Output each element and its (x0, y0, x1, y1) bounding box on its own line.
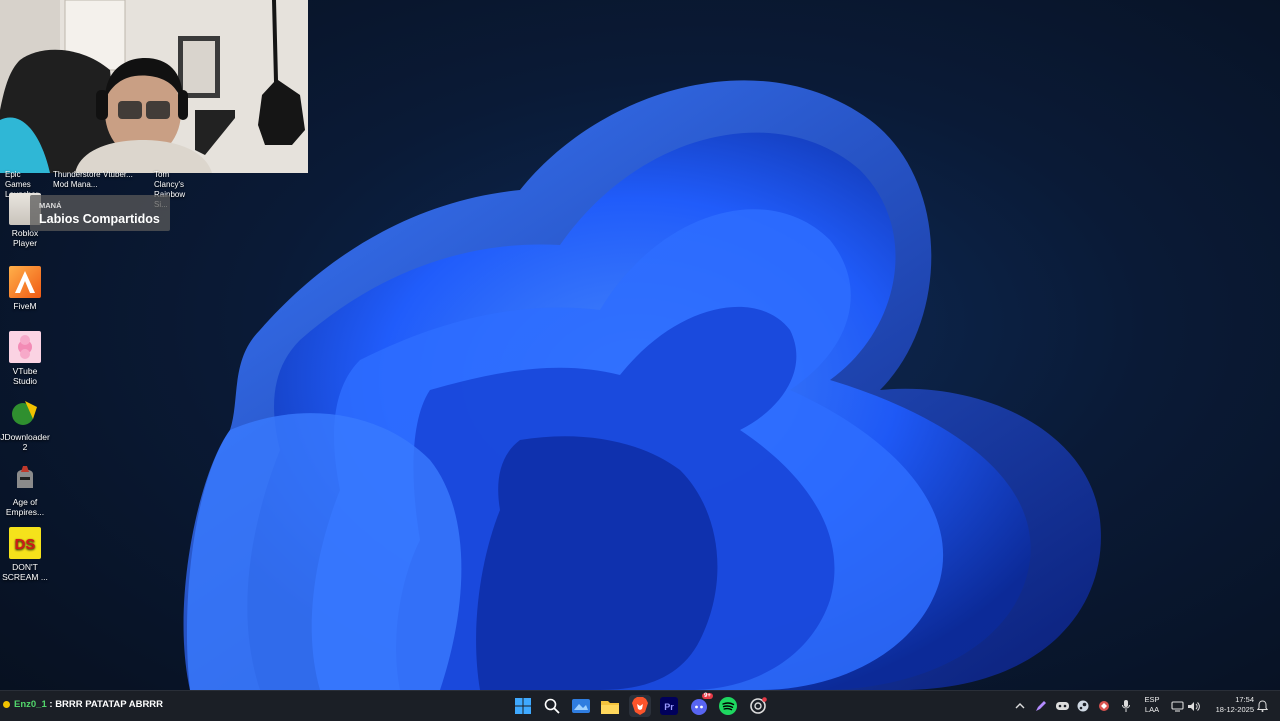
chat-user: Enz0_1 (14, 699, 47, 710)
discord-icon (691, 699, 707, 715)
desktop-icon-label: Age of Empires... (5, 497, 45, 517)
chat-overlay: Enz0_1 : BRRR PATATAP ABRRR (3, 699, 163, 710)
widgets-button[interactable] (570, 695, 592, 717)
vtube-studio-icon (9, 331, 41, 363)
desktop-icon-label: VTube Studio (12, 366, 38, 386)
chevron-up-icon (1015, 703, 1025, 709)
desktop-icon-fivem[interactable]: FiveM (0, 266, 50, 311)
brave-icon (632, 697, 648, 715)
spotify-button[interactable] (717, 695, 739, 717)
now-playing-song: Labios Compartidos (39, 212, 160, 226)
premiere-icon: Pr (660, 697, 678, 715)
language-line1: ESP (1144, 695, 1160, 704)
mic-icon (1122, 700, 1130, 712)
desktop-icon-jdownloader[interactable]: JDownloader 2 (0, 397, 50, 452)
desktop-icon-dont-scream[interactable]: DS DON'T SCREAM ... (0, 527, 50, 582)
language-line2: LAA (1144, 705, 1160, 714)
jdownloader-icon (9, 397, 41, 429)
premiere-button[interactable]: Pr (658, 695, 680, 717)
tray-steam-button[interactable] (1076, 697, 1090, 715)
brave-button[interactable] (629, 695, 651, 717)
search-button[interactable] (541, 695, 563, 717)
desktop-icon-thunderstore[interactable]: Thunderstore Mod Mana... (53, 170, 101, 190)
bell-icon (1256, 700, 1268, 712)
volume-icon (1187, 701, 1200, 711)
start-button[interactable] (512, 695, 534, 717)
webcam-image (0, 0, 308, 173)
pen-icon (1036, 701, 1046, 711)
chatgpt-icon (750, 697, 767, 714)
file-explorer-icon (601, 700, 619, 714)
desktop-icon-label: Roblox Player (11, 228, 39, 248)
desktop-icon-label: DON'T SCREAM ... (2, 562, 48, 582)
svg-text:Pr: Pr (664, 702, 674, 712)
steam-icon (1077, 700, 1089, 712)
start-icon (515, 698, 531, 714)
clock-date: 18-12-2025 (1215, 705, 1254, 714)
tray-mic-button[interactable] (1120, 697, 1132, 715)
system-clock[interactable]: 17:54 18-12-2025 (1206, 695, 1254, 715)
network-button[interactable] (1170, 697, 1184, 715)
desktop-icon-age-of-empires[interactable]: Age of Empires... (0, 462, 50, 517)
fivem-icon (9, 266, 41, 298)
tray-app-button[interactable] (1097, 697, 1111, 715)
widgets-icon (572, 699, 590, 713)
now-playing-widget: MANÁ Labios Compartidos (30, 195, 170, 231)
now-playing-artist: MANÁ (39, 201, 62, 210)
discord-button[interactable]: 9+ (688, 693, 713, 717)
spotify-icon (719, 697, 737, 715)
clock-time: 17:54 (1235, 695, 1254, 704)
chat-message: : BRRR PATATAP ABRRR (46, 699, 164, 710)
webcam-overlay (0, 0, 308, 173)
desktop-icon-label: JDownloader 2 (0, 432, 50, 452)
taskbar: Enz0_1 : BRRR PATATAP ABRRR Pr 9+ ESP LA… (0, 690, 1280, 721)
svg-text:DS: DS (15, 536, 36, 553)
show-hidden-icons-button[interactable] (1014, 697, 1026, 715)
tray-gamepad-button[interactable] (1055, 697, 1069, 715)
desktop-icon-vtuber[interactable]: Vtuber... (103, 170, 133, 180)
dont-scream-icon: DS (9, 527, 41, 559)
discord-badge: 9+ (702, 693, 713, 699)
notifications-button[interactable] (1256, 697, 1268, 715)
file-explorer-button[interactable] (599, 695, 621, 717)
search-icon (544, 698, 560, 714)
desktop-icon-label: FiveM (13, 301, 37, 311)
chat-status-dot (3, 700, 10, 708)
chatgpt-button[interactable] (747, 695, 769, 717)
network-icon (1170, 700, 1184, 712)
tray-pen-button[interactable] (1034, 697, 1048, 715)
age-of-empires-icon (9, 462, 41, 494)
volume-button[interactable] (1186, 697, 1200, 715)
app-icon (1099, 701, 1109, 711)
language-indicator[interactable]: ESP LAA (1140, 695, 1164, 715)
gamepad-icon (1055, 702, 1069, 710)
desktop-icon-vtube-studio[interactable]: VTube Studio (0, 331, 50, 386)
